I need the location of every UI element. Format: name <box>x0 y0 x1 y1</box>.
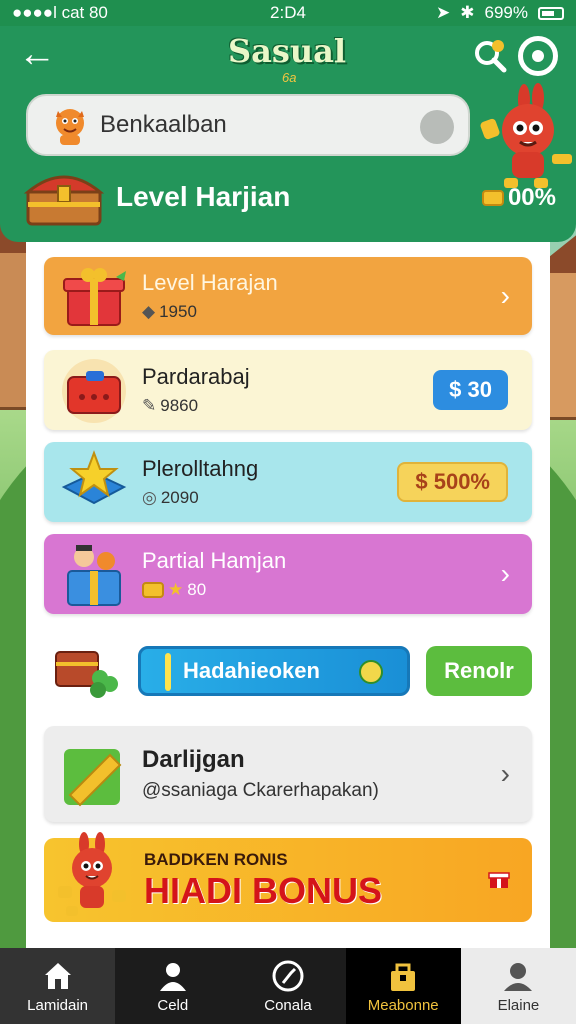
card-sub-value: 80 <box>187 580 207 599</box>
card-level-harajan[interactable]: Level Harajan ◆ 1950 › <box>44 257 532 335</box>
promo-code-input[interactable]: Hadahieoken <box>138 646 410 696</box>
card-subtitle: ★ 80 <box>142 580 286 600</box>
back-arrow-icon[interactable]: ← <box>18 35 58 76</box>
input-cursor <box>165 653 171 691</box>
bluetooth-icon: ✱ <box>460 3 475 22</box>
compass-icon <box>272 960 304 991</box>
app-logo: Sasual 6a <box>222 32 352 88</box>
nav-label: Conala <box>264 996 312 1014</box>
location-icon: ➤ <box>436 3 451 22</box>
nav-label: Elaine <box>497 996 540 1014</box>
home-icon <box>44 962 71 989</box>
mascot-bonus-icon <box>58 832 126 916</box>
card-subtitle: ◆ 1950 <box>142 302 278 322</box>
card-title: Partial Hamjan <box>142 548 287 573</box>
nav-label: Celd <box>157 996 189 1014</box>
card-pardarabaj[interactable]: Pardarabaj ✎ 9860 $ 30 <box>44 350 532 430</box>
bonus-big-text: HIADI BONUS <box>144 870 383 911</box>
card-title: Darlijgan <box>142 746 245 773</box>
logo-subtext: 6a <box>282 70 297 85</box>
coin-icon <box>142 582 164 598</box>
card-texts: Plerolltahng ◎ 2090 <box>142 456 258 508</box>
level-percent-value: 00% <box>507 184 556 211</box>
carrier-signal: ●●●●l cat 80 <box>12 3 108 22</box>
magnifier-search-button[interactable] <box>470 36 510 76</box>
app-header: ← Sasual 6a Benkaalban Level Harjian 00% <box>0 26 576 242</box>
nav-label: Lamidain <box>27 996 89 1014</box>
card-darlijgan[interactable]: Darlijgan @ssaniaga Ckarerhapakan) › <box>44 726 532 822</box>
search-submit-icon[interactable] <box>420 110 454 144</box>
nav-item-conala[interactable]: Conala <box>230 948 346 1024</box>
card-plerolltahng[interactable]: Plerolltahng ◎ 2090 $ 500% <box>44 442 532 522</box>
promo-code-row: Hadahieoken Renolr <box>44 636 532 706</box>
card-title: Plerolltahng <box>142 456 259 481</box>
search-field[interactable] <box>26 94 470 156</box>
chevron-right-icon: › <box>500 558 510 589</box>
card-texts: Pardarabaj ✎ 9860 <box>142 364 250 416</box>
nav-item-meabonne[interactable]: Meabonne <box>345 948 461 1024</box>
card-title: Pardarabaj <box>142 364 250 389</box>
treasure-chest-icon <box>23 175 105 226</box>
bonus-banner[interactable]: BADDKEN RONIS HIADI BONUS <box>44 832 532 922</box>
card-subtitle: ✎ 9860 <box>142 396 250 416</box>
chest-clover-icon <box>55 651 118 698</box>
card-texts: Darlijgan @ssaniaga Ckarerhapakan) <box>142 746 379 802</box>
star-icon: ★ <box>168 580 184 599</box>
magnifier-icon <box>475 40 507 73</box>
card-sub-value: 2090 <box>160 488 199 507</box>
renew-button[interactable]: Renolr <box>426 646 532 696</box>
card-subtitle: ◎ 2090 <box>142 488 258 508</box>
search-input[interactable] <box>100 111 400 139</box>
chevron-right-icon: › <box>500 758 510 789</box>
blue-star-box-icon <box>61 450 127 505</box>
price-tag-button[interactable]: $ 500% <box>397 462 508 502</box>
menu-circle-button[interactable] <box>518 36 558 76</box>
card-sub-value: 9860 <box>160 396 199 415</box>
confirm-circle-icon[interactable] <box>359 660 383 684</box>
status-bar: ●●●●l cat 80 2:D4 ➤ ✱ 699% <box>0 0 576 26</box>
user-icon <box>159 962 186 991</box>
card-subtitle: @ssaniaga Ckarerhapakan) <box>142 780 379 801</box>
card-partial-hamjan[interactable]: Partial Hamjan ★ 80 › <box>44 534 532 614</box>
card-texts: Partial Hamjan ★ 80 <box>142 548 286 600</box>
shop-bag-icon <box>391 963 416 991</box>
level-progress: 00% <box>481 184 556 212</box>
nav-item-celd[interactable]: Celd <box>115 948 231 1024</box>
bonus-small-text: BADDKEN RONIS <box>144 850 288 869</box>
card-texts: Level Harajan ◆ 1950 <box>142 270 278 322</box>
tag-icon: ✎ <box>142 396 157 415</box>
profile-icon <box>504 962 533 991</box>
diamond-icon: ◆ <box>142 302 156 321</box>
nav-item-home[interactable]: Lamidain <box>0 948 116 1024</box>
card-sub-value: 1950 <box>159 302 197 321</box>
kids-gift-box-icon <box>67 545 121 606</box>
battery-percent: 699% <box>484 3 528 22</box>
coin-icon <box>481 190 504 206</box>
red-gift-box-icon <box>63 268 126 326</box>
nav-label: Meabonne <box>367 996 439 1014</box>
level-summary: Level Harjian 00% <box>22 166 562 228</box>
content-panel: Level Harajan ◆ 1950 › Pardarabaj ✎ 9860… <box>26 242 550 948</box>
red-toolbox-icon <box>62 359 126 423</box>
battery-icon <box>538 6 564 20</box>
bottom-navigation: Lamidain Celd Conala Meabonne Elaine <box>0 948 576 1024</box>
card-title: Level Harajan <box>142 270 278 295</box>
chevron-right-icon: › <box>500 280 510 311</box>
price-tag-button[interactable]: $ 30 <box>433 370 508 410</box>
mascot-avatar-icon <box>56 109 84 145</box>
nav-item-elaine[interactable]: Elaine <box>460 948 576 1024</box>
gold-bar-icon <box>64 749 122 807</box>
promo-code-value: Hadahieoken <box>183 658 320 683</box>
status-right: ➤ ✱ 699% <box>436 3 564 23</box>
gift-icon <box>488 872 510 888</box>
clock-icon: ◎ <box>142 488 157 507</box>
level-title: Level Harjian <box>116 181 291 212</box>
logo-text: Sasual <box>227 32 346 70</box>
